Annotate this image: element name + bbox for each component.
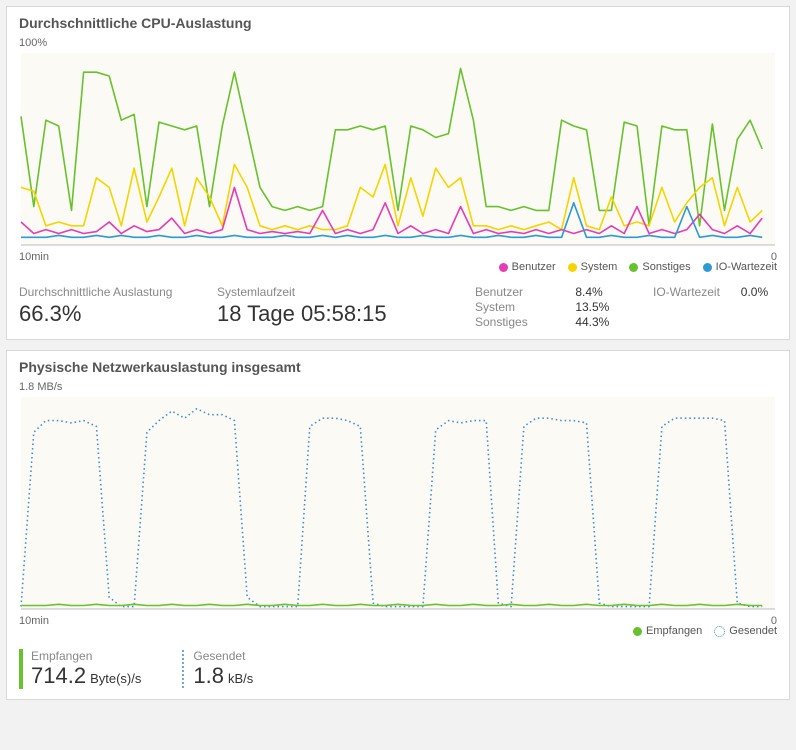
cpu-y-top: 100% xyxy=(19,37,47,49)
cpu-chart: 100% 10min 0 xyxy=(19,39,777,259)
net-recv-stat: Empfangen 714.2Byte(s)/s xyxy=(19,649,141,689)
legend-swatch xyxy=(499,263,508,272)
legend-label: System xyxy=(581,261,618,273)
legend-item[interactable]: IO-Wartezeit xyxy=(703,261,777,273)
legend-label: Benutzer xyxy=(512,261,556,273)
net-sent-accent xyxy=(181,649,185,689)
cpu-avg-value: 66.3% xyxy=(19,301,209,327)
breakdown-val: 44.3% xyxy=(575,315,645,329)
cpu-avg-stat: Durchschnittliche Auslastung 66.3% xyxy=(19,285,209,329)
net-y-top: 1.8 MB/s xyxy=(19,381,62,393)
cpu-legend: Benutzer System Sonstiges IO-Wartezeit xyxy=(7,259,789,279)
cpu-iowait-label: IO-Wartezeit xyxy=(653,285,729,299)
legend-label: IO-Wartezeit xyxy=(716,261,777,273)
cpu-x-left: 10min xyxy=(19,251,49,263)
net-sent-value: 1.8 xyxy=(193,663,224,688)
cpu-x-right: 0 xyxy=(771,251,777,263)
legend-item[interactable]: Sonstiges xyxy=(629,261,690,273)
net-legend: Empfangen Gesendet xyxy=(7,623,789,643)
net-sent-label: Gesendet xyxy=(193,649,253,663)
cpu-uptime-value: 18 Tage 05:58:15 xyxy=(217,301,467,327)
cpu-panel: Durchschnittliche CPU-Auslastung 100% 10… xyxy=(6,6,790,340)
breakdown-key: Benutzer xyxy=(475,285,563,299)
net-sent-unit: kB/s xyxy=(224,671,253,686)
legend-item[interactable]: Empfangen xyxy=(633,625,702,637)
net-chart-svg xyxy=(19,383,777,623)
legend-label: Empfangen xyxy=(646,625,702,637)
legend-swatch xyxy=(703,263,712,272)
net-recv-value: 714.2 xyxy=(31,663,86,688)
net-recv-unit: Byte(s)/s xyxy=(86,671,141,686)
net-recv-accent xyxy=(19,649,23,689)
cpu-panel-title: Durchschnittliche CPU-Auslastung xyxy=(7,7,789,33)
breakdown-key: Sonstiges xyxy=(475,315,563,329)
legend-item[interactable]: Benutzer xyxy=(499,261,556,273)
legend-swatch xyxy=(568,263,577,272)
cpu-stats: Durchschnittliche Auslastung 66.3% Syste… xyxy=(7,279,789,339)
legend-label: Gesendet xyxy=(729,625,777,637)
cpu-iowait-value: 0.0% xyxy=(741,285,777,299)
cpu-breakdown: Benutzer 8.4% System 13.5% Sonstiges 44.3% xyxy=(475,285,645,329)
net-chart: 1.8 MB/s 10min 0 xyxy=(19,383,777,623)
cpu-chart-svg xyxy=(19,39,777,259)
net-panel: Physische Netzwerkauslastung insgesamt 1… xyxy=(6,350,790,700)
cpu-avg-label: Durchschnittliche Auslastung xyxy=(19,285,209,301)
legend-item[interactable]: Gesendet xyxy=(714,625,777,637)
legend-swatch xyxy=(629,263,638,272)
breakdown-val: 8.4% xyxy=(575,285,645,299)
net-stats: Empfangen 714.2Byte(s)/s Gesendet 1.8kB/… xyxy=(7,643,789,699)
breakdown-val: 13.5% xyxy=(575,300,645,314)
net-panel-title: Physische Netzwerkauslastung insgesamt xyxy=(7,351,789,377)
net-recv-label: Empfangen xyxy=(31,649,141,663)
net-sent-stat: Gesendet 1.8kB/s xyxy=(181,649,253,689)
net-x-right: 0 xyxy=(771,615,777,627)
legend-swatch xyxy=(714,626,725,637)
cpu-iowait-stat: IO-Wartezeit 0.0% xyxy=(653,285,777,329)
net-x-left: 10min xyxy=(19,615,49,627)
cpu-uptime-label: Systemlaufzeit xyxy=(217,285,467,301)
breakdown-key: System xyxy=(475,300,563,314)
legend-item[interactable]: System xyxy=(568,261,618,273)
legend-label: Sonstiges xyxy=(642,261,690,273)
cpu-uptime-stat: Systemlaufzeit 18 Tage 05:58:15 xyxy=(217,285,467,329)
legend-swatch xyxy=(633,627,642,636)
